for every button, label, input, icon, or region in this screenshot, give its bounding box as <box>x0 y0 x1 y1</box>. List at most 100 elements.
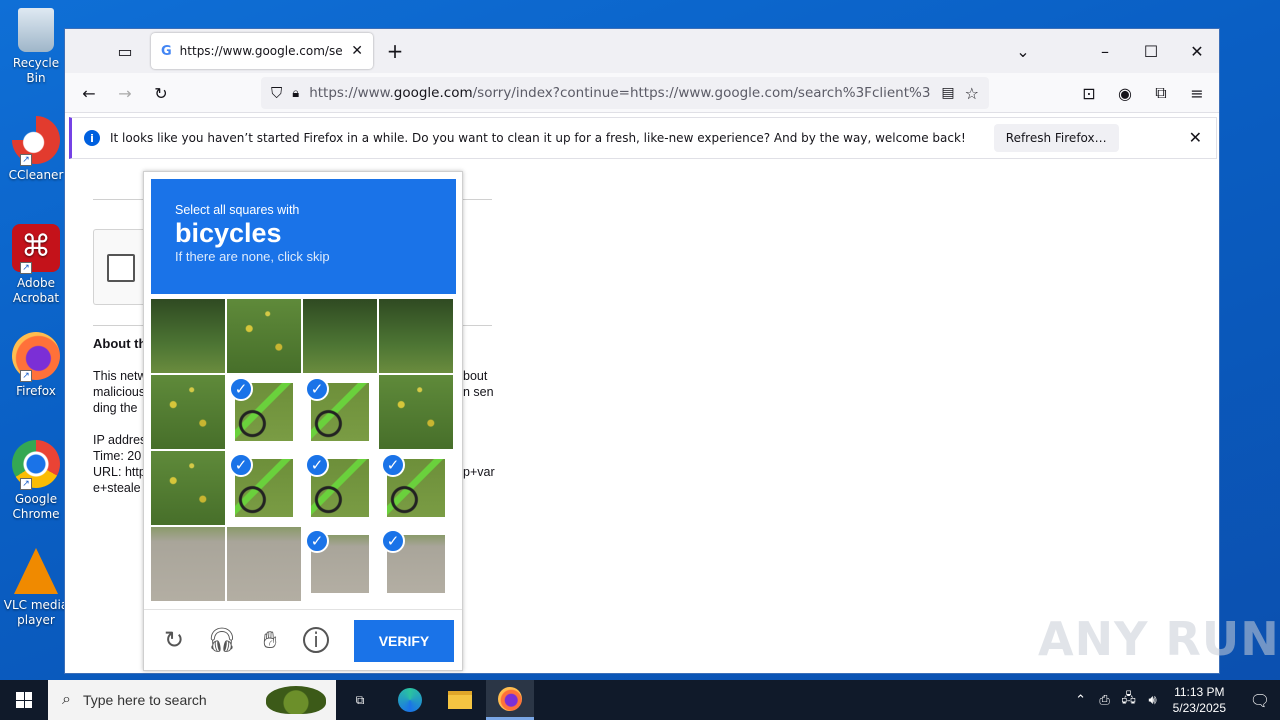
captcha-grid: ✓ ✓ ✓ ✓ ✓ ✓ ✓ <box>151 299 456 604</box>
captcha-tile[interactable]: ✓ <box>227 451 301 525</box>
tracking-shield-icon[interactable]: ⛉ <box>271 84 282 102</box>
account-icon[interactable]: ◉ <box>1111 79 1139 107</box>
tab-close-icon[interactable]: ✕ <box>351 43 363 59</box>
captcha-hint: If there are none, click skip <box>175 249 330 264</box>
search-placeholder: Type here to search <box>82 692 207 708</box>
new-tab-icon[interactable]: + <box>381 37 409 65</box>
captcha-tile[interactable] <box>227 527 301 601</box>
pocket-icon[interactable]: ⊡ <box>1075 79 1103 107</box>
reader-view-icon[interactable]: ▤ <box>941 85 954 101</box>
desktop-icon-label: Adobe Acrobat <box>12 276 60 305</box>
file-explorer-icon[interactable] <box>436 680 484 720</box>
captcha-tile-image <box>151 375 225 449</box>
recaptcha-checkbox[interactable] <box>107 254 135 282</box>
system-tray: ⌃ ⎙ 🖧︎ 🔊︎ 11:13 PM 5/23/2025 🗨︎ <box>1069 680 1280 720</box>
captcha-instruction: Select all squares with <box>175 203 300 217</box>
list-all-tabs-icon[interactable]: ⌄ <box>1009 37 1037 65</box>
close-window-icon[interactable]: ✕ <box>1183 37 1211 65</box>
desktop-icon-acrobat[interactable]: ⌘ ↗ Adobe Acrobat <box>2 224 70 306</box>
desktop-icon-firefox[interactable]: ↗ Firefox <box>2 332 70 399</box>
menu-icon[interactable]: ≡ <box>1183 79 1211 107</box>
clock-time: 11:13 PM <box>1174 685 1225 699</box>
captcha-tile-image <box>151 527 225 601</box>
notification-bar: i It looks like you haven’t started Fire… <box>69 117 1217 159</box>
reload-icon[interactable]: ↻ <box>147 79 175 107</box>
firefox-view-icon[interactable]: ▭ <box>111 37 139 65</box>
captcha-tile[interactable]: ✓ <box>227 375 301 449</box>
captcha-tile-image <box>303 299 377 373</box>
captcha-tile[interactable] <box>151 299 225 373</box>
google-favicon-icon: G <box>161 43 172 59</box>
edge-taskbar-icon[interactable] <box>386 680 434 720</box>
maximize-icon[interactable]: ☐ <box>1137 37 1165 65</box>
tab-google[interactable]: G https://www.google.com/search ✕ <box>151 33 373 69</box>
minimize-icon[interactable]: – <box>1091 37 1119 65</box>
captcha-target: bicycles <box>175 218 282 248</box>
watermark: ANY RUN <box>1038 612 1280 666</box>
tab-title: https://www.google.com/search <box>179 44 344 58</box>
desktop-icon-ccleaner[interactable]: ↗ CCleaner <box>2 116 70 183</box>
desktop-icon-recycle-bin[interactable]: Recycle Bin <box>2 8 70 86</box>
network-icon[interactable]: 🖧︎ <box>1117 689 1141 711</box>
captcha-tile[interactable]: ✓ <box>379 527 453 601</box>
notifications-icon[interactable]: 🗨︎ <box>1240 691 1280 710</box>
captcha-tile[interactable] <box>303 299 377 373</box>
windows-logo-icon <box>16 692 32 708</box>
captcha-tile[interactable] <box>151 451 225 525</box>
checkmark-icon: ✓ <box>305 529 329 553</box>
captcha-tile[interactable]: ✓ <box>303 527 377 601</box>
clock[interactable]: 11:13 PM 5/23/2025 <box>1173 684 1226 716</box>
bookmark-star-icon[interactable]: ☆ <box>965 84 979 103</box>
search-icon: ⌕ <box>62 691 71 708</box>
lock-icon[interactable]: 🔒︎ <box>292 86 299 101</box>
url-bar[interactable]: ⛉ 🔒︎ https://www.google.com/sorry/index?… <box>261 77 989 109</box>
verify-button[interactable]: VERIFY <box>354 620 454 662</box>
desktop-icon-label: Recycle Bin <box>12 56 60 85</box>
back-icon[interactable]: ← <box>75 79 103 107</box>
ccleaner-icon: ↗ <box>12 116 60 166</box>
show-hidden-icons-icon[interactable]: ⌃ <box>1069 693 1093 708</box>
captcha-tile-image <box>379 375 453 449</box>
captcha-header: Select all squares with bicycles If ther… <box>151 179 456 294</box>
captcha-tile[interactable] <box>151 527 225 601</box>
checkmark-icon: ✓ <box>381 529 405 553</box>
checkmark-icon: ✓ <box>381 453 405 477</box>
captcha-tile[interactable] <box>227 299 301 373</box>
forward-icon[interactable]: → <box>111 79 139 107</box>
captcha-tile-image <box>379 299 453 373</box>
checkmark-icon: ✓ <box>229 453 253 477</box>
info-circle-icon[interactable]: i <box>303 627 329 653</box>
checkmark-icon: ✓ <box>305 377 329 401</box>
task-view-icon[interactable]: ⧉ <box>336 680 384 720</box>
hand-icon[interactable]: ✋︎ <box>255 625 285 655</box>
captcha-tile-image <box>227 527 301 601</box>
vlc-icon <box>14 548 58 594</box>
acrobat-icon: ⌘ ↗ <box>12 224 60 274</box>
firefox-taskbar-icon[interactable] <box>486 680 534 720</box>
desktop-icon-vlc[interactable]: VLC media player <box>2 548 70 628</box>
start-button[interactable] <box>0 680 48 720</box>
reload-challenge-icon[interactable]: ↻ <box>159 625 189 655</box>
captcha-tile[interactable] <box>379 299 453 373</box>
captcha-tile[interactable]: ✓ <box>303 451 377 525</box>
captcha-tile[interactable]: ✓ <box>303 375 377 449</box>
captcha-tile[interactable] <box>151 375 225 449</box>
meet-now-icon[interactable]: ⎙ <box>1093 693 1117 708</box>
notification-close-icon[interactable]: ✕ <box>1189 128 1202 147</box>
taskbar-search[interactable]: ⌕ Type here to search <box>48 680 336 720</box>
clock-date: 5/23/2025 <box>1172 701 1226 715</box>
nav-bar: ← → ↻ ⛉ 🔒︎ https://www.google.com/sorry/… <box>65 73 1219 113</box>
desktop-icon-label: CCleaner <box>8 168 64 182</box>
desktop-icon-label: Google Chrome <box>12 492 60 521</box>
extensions-icon[interactable]: ⧉ <box>1147 79 1175 107</box>
volume-icon[interactable]: 🔊︎ <box>1141 693 1165 708</box>
desktop-icon-chrome[interactable]: ↗ Google Chrome <box>2 440 70 522</box>
chrome-icon: ↗ <box>12 440 60 490</box>
captcha-footer: ↻ 🎧︎ ✋︎ i VERIFY <box>144 609 462 671</box>
captcha-tile-image <box>227 299 301 373</box>
turtle-icon <box>266 686 326 714</box>
captcha-tile[interactable] <box>379 375 453 449</box>
refresh-firefox-button[interactable]: Refresh Firefox… <box>993 124 1119 152</box>
audio-challenge-icon[interactable]: 🎧︎ <box>207 625 237 655</box>
captcha-tile[interactable]: ✓ <box>379 451 453 525</box>
